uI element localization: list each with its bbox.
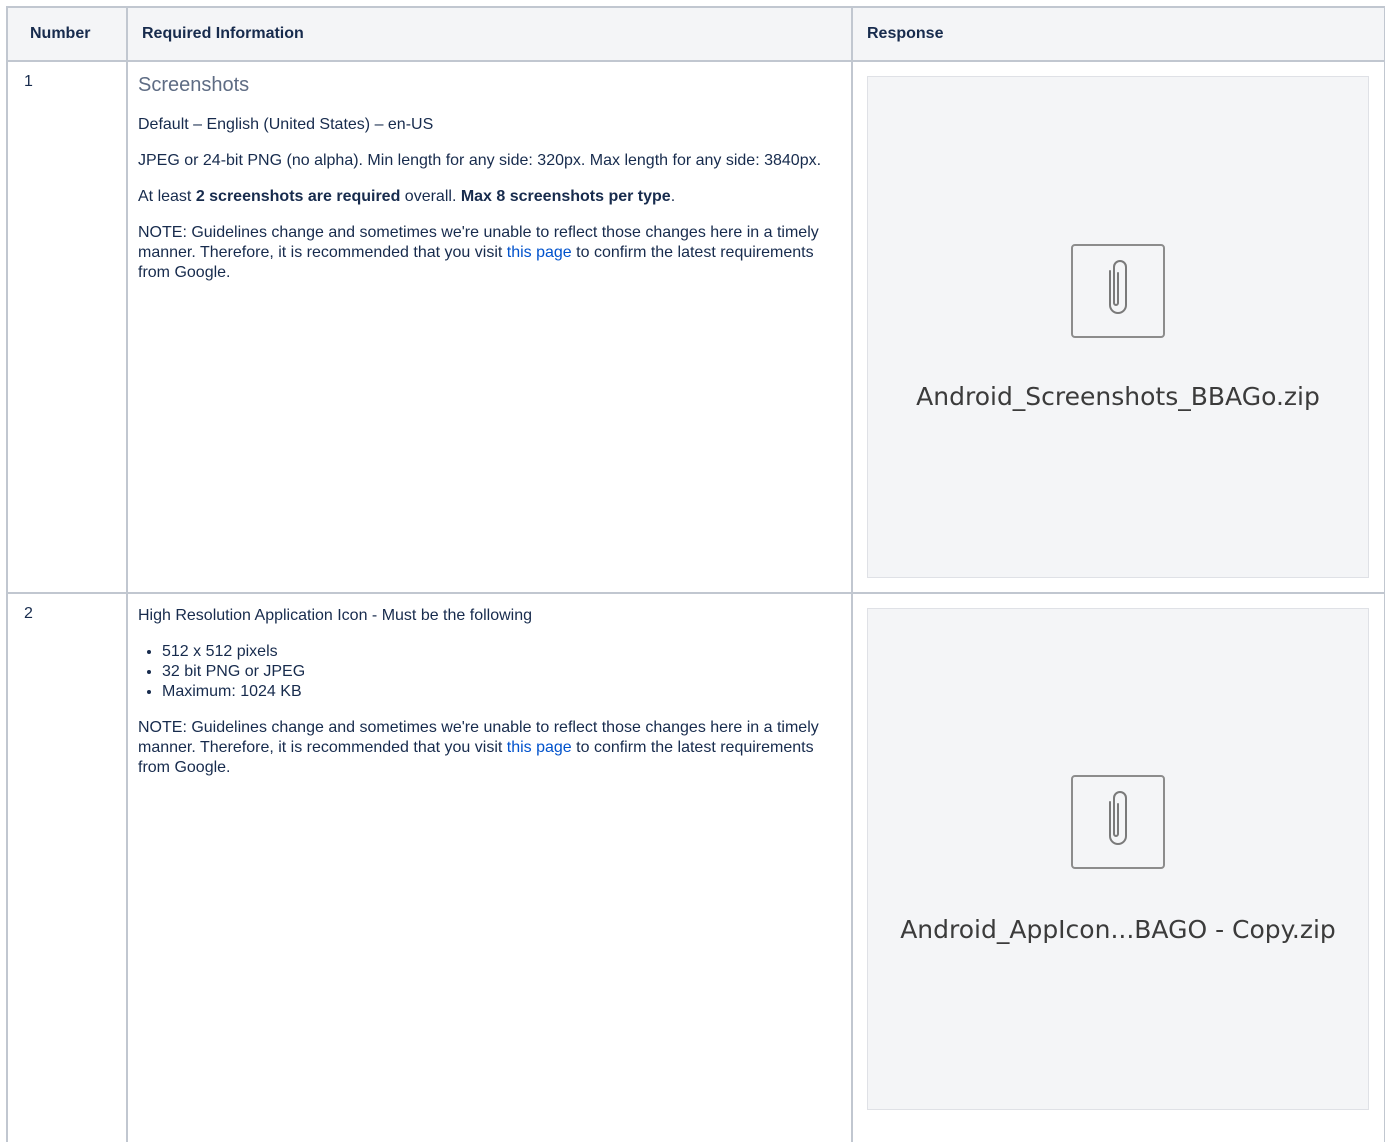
count-text: At least 2 screenshots are required over… [138,188,676,205]
list-item: 512 x 512 pixels [162,642,837,662]
paperclip-icon [1071,243,1165,338]
list-item: Maximum: 1024 KB [162,682,837,702]
locale-text: Default – English (United States) – en-U… [138,116,434,133]
this-page-link[interactable]: this page [507,244,572,261]
table-row: 1 Screenshots Default – English (United … [6,60,1385,594]
required-info-cell: High Resolution Application Icon - Must … [126,592,853,1142]
header-response: Response [851,6,1385,62]
attachment-filename: Android_Screenshots_BBAGo.zip [916,381,1320,411]
format-text: JPEG or 24-bit PNG (no alpha). Min lengt… [138,152,822,169]
note-text: NOTE: Guidelines change and sometimes we… [138,224,819,281]
row-number: 1 [6,60,128,594]
header-required-information: Required Information [126,6,853,62]
icon-requirements-list: 512 x 512 pixels 32 bit PNG or JPEG Maxi… [138,642,837,702]
header-number: Number [6,6,128,62]
requirements-table: Number Required Information Response 1 S… [6,6,1385,1142]
attachment-filename: Android_AppIcon...BAGO - Copy.zip [900,914,1336,944]
this-page-link[interactable]: this page [507,739,572,756]
attachment-tile[interactable]: Android_AppIcon...BAGO - Copy.zip [867,608,1369,1110]
list-item: 32 bit PNG or JPEG [162,662,837,682]
section-heading: Screenshots [138,74,250,96]
icon-intro-text: High Resolution Application Icon - Must … [138,607,532,624]
row-number: 2 [6,592,128,1142]
note-text: NOTE: Guidelines change and sometimes we… [138,719,819,776]
response-cell: Android_Screenshots_BBAGo.zip [851,60,1385,594]
response-cell: Android_AppIcon...BAGO - Copy.zip [851,592,1385,1142]
header-row: Number Required Information Response [6,6,1385,62]
attachment-tile[interactable]: Android_Screenshots_BBAGo.zip [867,76,1369,578]
required-info-cell: Screenshots Default – English (United St… [126,60,853,594]
paperclip-icon [1071,774,1165,869]
table-row: 2 High Resolution Application Icon - Mus… [6,592,1385,1142]
